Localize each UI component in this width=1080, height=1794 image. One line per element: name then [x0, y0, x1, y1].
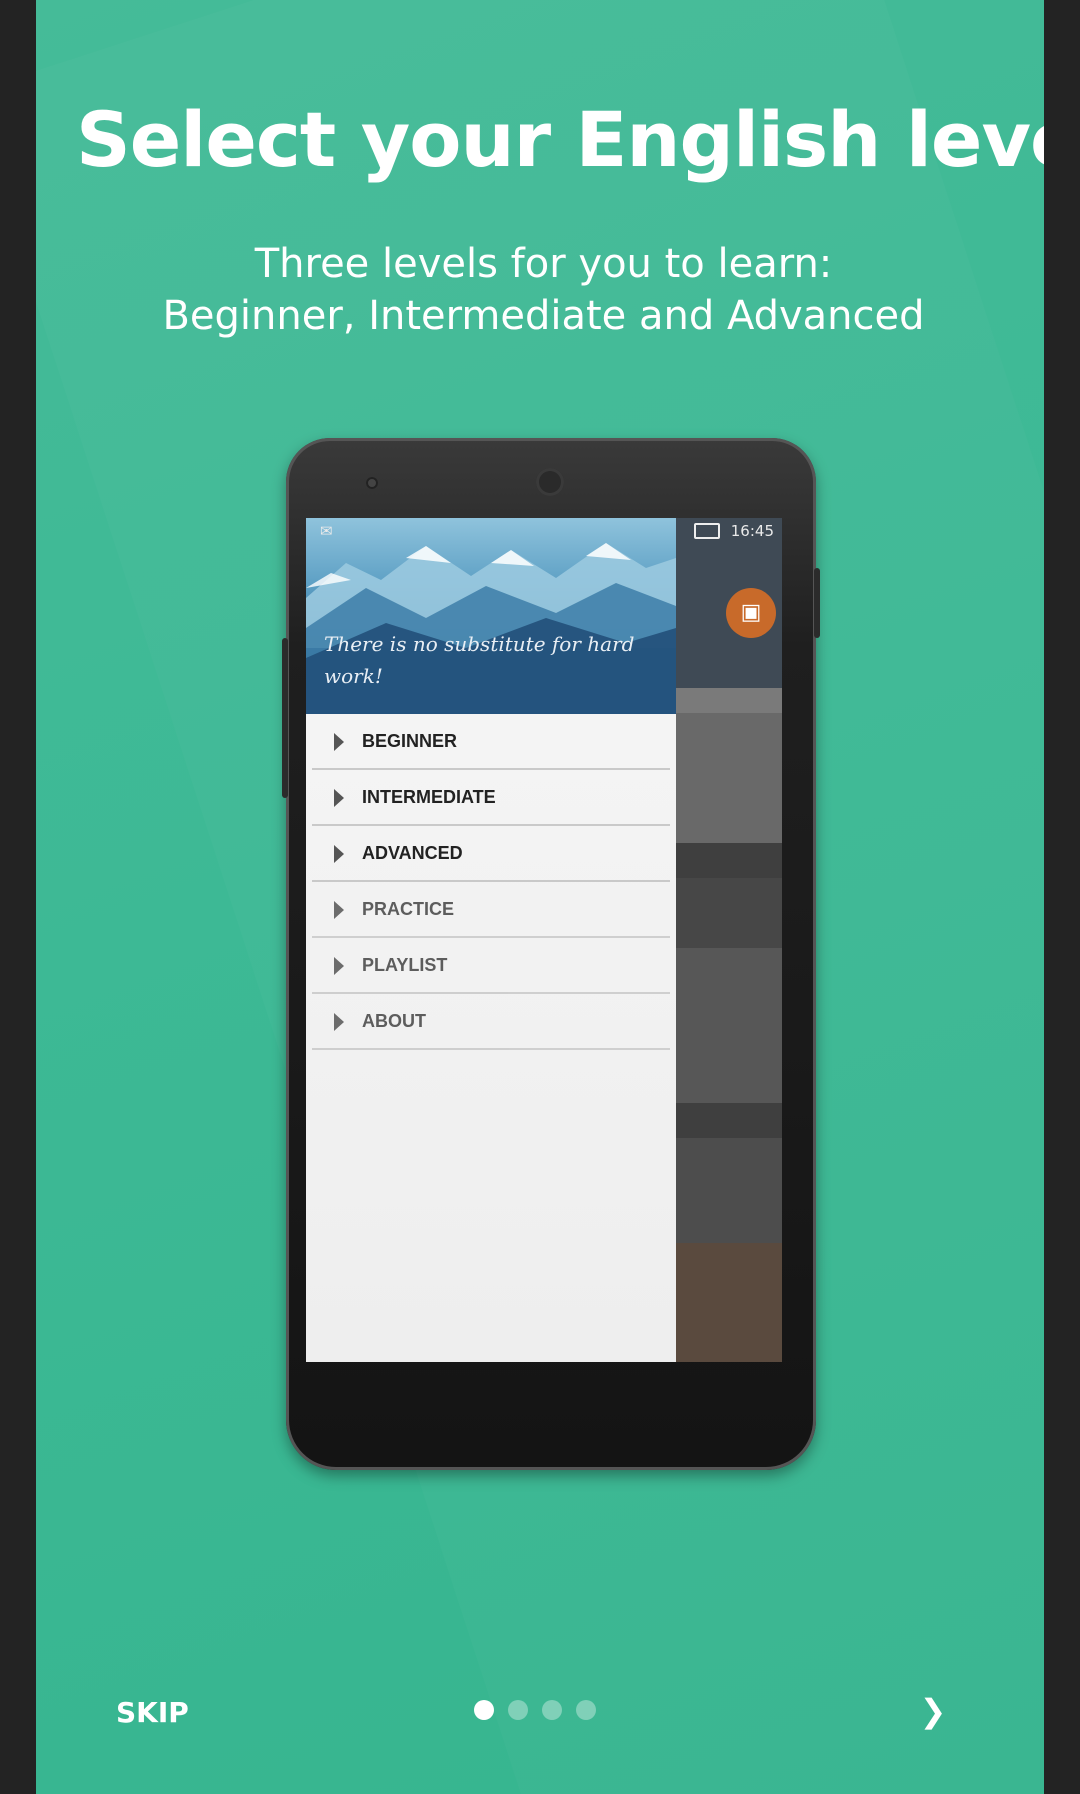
notification-icon: ✉: [320, 522, 333, 540]
menu-item-label: INTERMEDIATE: [362, 787, 496, 807]
status-time: 16:45: [730, 522, 774, 540]
menu-item-label: BEGINNER: [362, 731, 458, 751]
menu-item-advanced[interactable]: ADVANCED: [312, 826, 670, 882]
skip-button[interactable]: SKIP: [116, 1696, 189, 1729]
menu-item-practice[interactable]: PRACTICE: [312, 882, 670, 938]
menu-item-label: ABOUT: [362, 1011, 426, 1031]
caret-right-icon: [334, 957, 344, 975]
caret-right-icon: [334, 733, 344, 751]
menu-item-label: PLAYLIST: [362, 955, 448, 975]
phone-volume-button: [282, 638, 288, 798]
page-title: Select your English level: [76, 95, 1044, 184]
caret-right-icon: [334, 789, 344, 807]
page-subtitle: Three levels for you to learn: Beginner,…: [156, 238, 931, 342]
drawer-quote: There is no substitute for hard work!: [324, 632, 635, 688]
menu-item-label: ADVANCED: [362, 843, 463, 863]
page-indicator: [474, 1700, 596, 1720]
phone-screen: ▣ ✉ 16:45 There is no substitute for har…: [306, 518, 782, 1362]
battery-icon: [694, 523, 720, 539]
subtitle-line-1: Three levels for you to learn:: [254, 241, 833, 287]
menu-item-intermediate[interactable]: INTERMEDIATE: [312, 770, 670, 826]
caret-right-icon: [334, 1013, 344, 1031]
chevron-right-icon[interactable]: ❯: [918, 1695, 948, 1727]
onboarding-screen: Select your English level Three levels f…: [36, 0, 1044, 1794]
page-dot[interactable]: [542, 1700, 562, 1720]
subtitle-line-2: Beginner, Intermediate and Advanced: [162, 293, 925, 339]
phone-status-bar: ✉ 16:45: [306, 518, 782, 544]
menu-item-playlist[interactable]: PLAYLIST: [312, 938, 670, 994]
caret-right-icon: [334, 901, 344, 919]
background-app-content: [676, 518, 782, 1362]
phone-power-button: [814, 568, 820, 638]
caret-right-icon: [334, 845, 344, 863]
menu-item-beginner[interactable]: BEGINNER: [312, 714, 670, 770]
menu-item-label: PRACTICE: [362, 899, 455, 919]
menu-item-about[interactable]: ABOUT: [312, 994, 670, 1050]
page-dot[interactable]: [508, 1700, 528, 1720]
phone-speaker: [536, 468, 564, 496]
page-dot[interactable]: [576, 1700, 596, 1720]
drawer-header: There is no substitute for hard work!: [306, 518, 676, 714]
phone-camera: [366, 477, 378, 489]
navigation-drawer: There is no substitute for hard work! BE…: [306, 518, 676, 1362]
page-dot-active[interactable]: [474, 1700, 494, 1720]
book-icon: ▣: [726, 588, 776, 638]
drawer-menu: BEGINNER INTERMEDIATE ADVANCED PRACTICE: [312, 714, 670, 1050]
phone-mockup-image: ▣ ✉ 16:45 There is no substitute for har…: [282, 438, 820, 1470]
